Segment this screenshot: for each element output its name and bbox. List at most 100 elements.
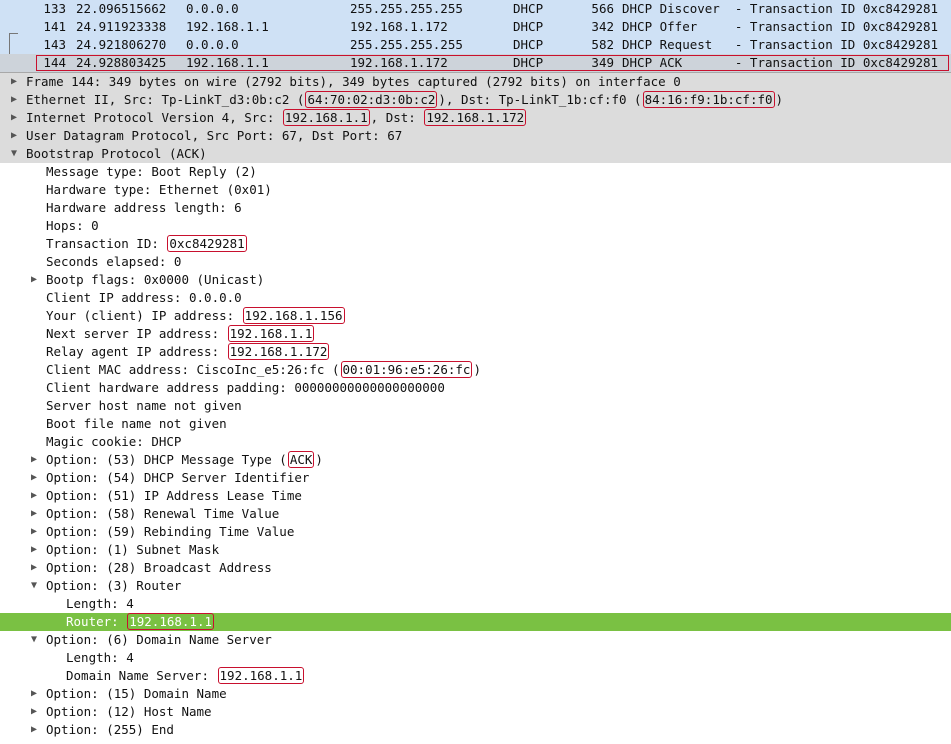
tree-row[interactable]: Router: 192.168.1.1 bbox=[0, 613, 951, 631]
packet-row[interactable]: 141 24.911923338 192.168.1.1 192.168.1.172 D… bbox=[0, 18, 951, 36]
tree-row[interactable]: ▶ Option: (12) Host Name bbox=[0, 703, 951, 721]
collapsed-arrow-icon[interactable]: ▶ bbox=[28, 451, 40, 469]
tree-row[interactable]: ▼ Bootstrap Protocol (ACK) bbox=[0, 145, 951, 163]
tree-row[interactable]: ▶ Option: (54) DHCP Server Identifier bbox=[0, 469, 951, 487]
packet-dst: 192.168.1.172 bbox=[350, 55, 448, 70]
packet-src: 0.0.0.0 bbox=[186, 1, 239, 16]
packet-len: 582 bbox=[591, 37, 614, 52]
collapsed-arrow-icon[interactable]: ▶ bbox=[28, 469, 40, 487]
tree-row-text: Option: (3) Router bbox=[46, 577, 181, 595]
packet-dst: 192.168.1.172 bbox=[350, 19, 448, 34]
tree-row[interactable]: ▶ Option: (53) DHCP Message Type (ACK) bbox=[0, 451, 951, 469]
tree-row[interactable]: Client hardware address padding: 0000000… bbox=[0, 379, 951, 397]
tree-row[interactable]: ▶ Option: (255) End bbox=[0, 721, 951, 739]
collapsed-arrow-icon[interactable]: ▶ bbox=[28, 523, 40, 541]
tree-row[interactable]: Your (client) IP address: 192.168.1.156 bbox=[0, 307, 951, 325]
tree-row[interactable]: ▼ Option: (6) Domain Name Server bbox=[0, 631, 951, 649]
tree-row-text: Ethernet II, Src: Tp-LinkT_d3:0b:c2 (64:… bbox=[26, 91, 783, 109]
packet-info: DHCP Offer - Transaction ID 0xc8429281 bbox=[622, 19, 939, 34]
packet-src: 192.168.1.1 bbox=[186, 55, 269, 70]
tree-row[interactable]: Boot file name not given bbox=[0, 415, 951, 433]
tree-row-text: Option: (51) IP Address Lease Time bbox=[46, 487, 302, 505]
field-text: Option: (58) Renewal Time Value bbox=[46, 506, 280, 521]
highlighted-value: 64:70:02:d3:0b:c2 bbox=[305, 91, 438, 108]
packet-len: 566 bbox=[591, 1, 614, 16]
tree-row[interactable]: Relay agent IP address: 192.168.1.172 bbox=[0, 343, 951, 361]
tree-row[interactable]: Next server IP address: 192.168.1.1 bbox=[0, 325, 951, 343]
tree-row[interactable]: Hops: 0 bbox=[0, 217, 951, 235]
collapsed-arrow-icon[interactable]: ▶ bbox=[8, 109, 20, 127]
tree-row[interactable]: ▶ Option: (1) Subnet Mask bbox=[0, 541, 951, 559]
collapsed-arrow-icon[interactable]: ▶ bbox=[28, 703, 40, 721]
field-text: Hops: 0 bbox=[46, 218, 99, 233]
packet-row[interactable]: 144 24.928803425 192.168.1.1 192.168.1.172 D… bbox=[0, 54, 951, 72]
field-text: Hardware address length: 6 bbox=[46, 200, 242, 215]
tree-row[interactable]: ▶ Bootp flags: 0x0000 (Unicast) bbox=[0, 271, 951, 289]
packet-row[interactable]: 143 24.921806270 0.0.0.0 255.255.255.255 DHC… bbox=[0, 36, 951, 54]
collapsed-arrow-icon[interactable]: ▶ bbox=[28, 487, 40, 505]
packet-time: 24.921806270 bbox=[76, 37, 167, 52]
tree-row[interactable]: Hardware type: Ethernet (0x01) bbox=[0, 181, 951, 199]
packet-src: 192.168.1.1 bbox=[186, 19, 269, 34]
tree-row-text: Option: (53) DHCP Message Type (ACK) bbox=[46, 451, 323, 469]
expanded-arrow-icon[interactable]: ▼ bbox=[28, 577, 40, 595]
packet-src: 0.0.0.0 bbox=[186, 37, 239, 52]
collapsed-arrow-icon[interactable]: ▶ bbox=[28, 271, 40, 289]
tree-row[interactable]: ▶ Option: (58) Renewal Time Value bbox=[0, 505, 951, 523]
collapsed-arrow-icon[interactable]: ▶ bbox=[28, 685, 40, 703]
packet-no: 144 bbox=[43, 55, 66, 70]
tree-row-text: Option: (12) Host Name bbox=[46, 703, 212, 721]
tree-row[interactable]: Transaction ID: 0xc8429281 bbox=[0, 235, 951, 253]
tree-row[interactable]: Magic cookie: DHCP bbox=[0, 433, 951, 451]
tree-row[interactable]: ▶ Frame 144: 349 bytes on wire (2792 bits… bbox=[0, 73, 951, 91]
packet-time: 24.911923338 bbox=[76, 19, 167, 34]
tree-row[interactable]: Domain Name Server: 192.168.1.1 bbox=[0, 667, 951, 685]
tree-row[interactable]: Length: 4 bbox=[0, 649, 951, 667]
collapsed-arrow-icon[interactable]: ▶ bbox=[28, 559, 40, 577]
field-text: Option: (15) Domain Name bbox=[46, 686, 227, 701]
collapsed-arrow-icon[interactable]: ▶ bbox=[8, 127, 20, 145]
tree-row-text: Length: 4 bbox=[66, 595, 134, 613]
tree-row[interactable]: ▶ User Datagram Protocol, Src Port: 67, D… bbox=[0, 127, 951, 145]
tree-row[interactable]: Seconds elapsed: 0 bbox=[0, 253, 951, 271]
packet-proto: DHCP bbox=[513, 1, 544, 16]
tree-row[interactable]: Hardware address length: 6 bbox=[0, 199, 951, 217]
packet-row[interactable]: 133 22.096515662 0.0.0.0 255.255.255.255 DHC… bbox=[0, 0, 951, 18]
tree-row-text: Length: 4 bbox=[66, 649, 134, 667]
tree-row[interactable]: Client IP address: 0.0.0.0 bbox=[0, 289, 951, 307]
field-text: Frame 144: 349 bytes on wire (2792 bits)… bbox=[26, 74, 681, 89]
field-text: Hardware type: Ethernet (0x01) bbox=[46, 182, 272, 197]
field-text: User Datagram Protocol, Src Port: 67, Ds… bbox=[26, 128, 403, 143]
tree-row[interactable]: Server host name not given bbox=[0, 397, 951, 415]
tree-row[interactable]: ▶ Internet Protocol Version 4, Src: 192.1… bbox=[0, 109, 951, 127]
tree-row[interactable]: ▶ Option: (15) Domain Name bbox=[0, 685, 951, 703]
field-text: Your (client) IP address: bbox=[46, 308, 242, 323]
tree-row[interactable]: Length: 4 bbox=[0, 595, 951, 613]
tree-row[interactable]: ▶ Option: (51) IP Address Lease Time bbox=[0, 487, 951, 505]
field-text: Message type: Boot Reply (2) bbox=[46, 164, 257, 179]
collapsed-arrow-icon[interactable]: ▶ bbox=[28, 541, 40, 559]
tree-row[interactable]: ▶ Option: (59) Rebinding Time Value bbox=[0, 523, 951, 541]
field-text: Domain Name Server: bbox=[66, 668, 217, 683]
collapsed-arrow-icon[interactable]: ▶ bbox=[8, 73, 20, 91]
tree-row[interactable]: ▶ Ethernet II, Src: Tp-LinkT_d3:0b:c2 (64… bbox=[0, 91, 951, 109]
tree-row-text: Option: (15) Domain Name bbox=[46, 685, 227, 703]
packet-len: 349 bbox=[591, 55, 614, 70]
collapsed-arrow-icon[interactable]: ▶ bbox=[8, 91, 20, 109]
highlighted-value: 192.168.1.1 bbox=[127, 613, 215, 630]
field-text: Server host name not given bbox=[46, 398, 242, 413]
packet-no: 141 bbox=[43, 19, 66, 34]
collapsed-arrow-icon[interactable]: ▶ bbox=[28, 505, 40, 523]
tree-row[interactable]: Message type: Boot Reply (2) bbox=[0, 163, 951, 181]
tree-row[interactable]: ▶ Option: (28) Broadcast Address bbox=[0, 559, 951, 577]
tree-row[interactable]: ▼ Option: (3) Router bbox=[0, 577, 951, 595]
field-text: Option: (28) Broadcast Address bbox=[46, 560, 272, 575]
tree-row-text: Hops: 0 bbox=[46, 217, 99, 235]
expanded-arrow-icon[interactable]: ▼ bbox=[8, 145, 20, 163]
collapsed-arrow-icon[interactable]: ▶ bbox=[28, 721, 40, 739]
tree-row[interactable]: Client MAC address: CiscoInc_e5:26:fc (0… bbox=[0, 361, 951, 379]
expanded-arrow-icon[interactable]: ▼ bbox=[28, 631, 40, 649]
field-text: Option: (6) Domain Name Server bbox=[46, 632, 272, 647]
tree-row-text: Router: 192.168.1.1 bbox=[66, 613, 215, 631]
tree-row-text: Hardware address length: 6 bbox=[46, 199, 242, 217]
